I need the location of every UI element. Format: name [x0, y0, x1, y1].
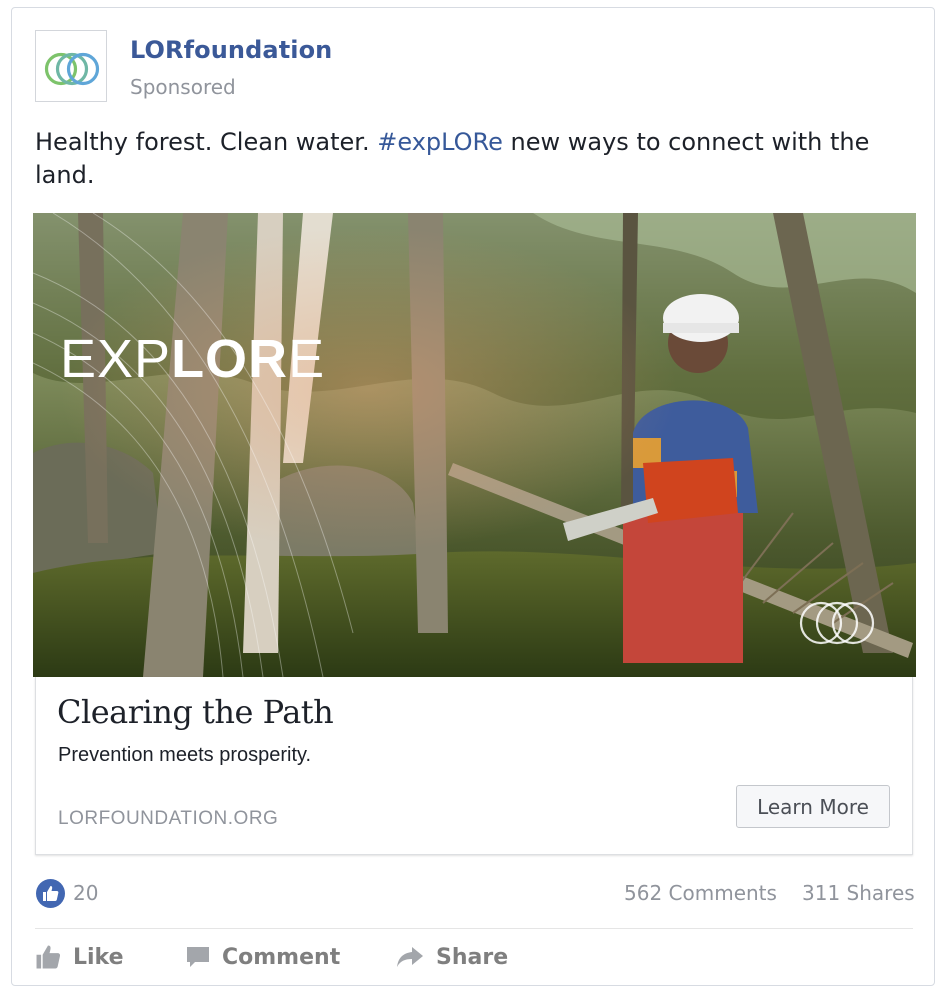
share-button-label: Share — [436, 944, 509, 970]
explore-overlay-text: EXPLORE — [60, 328, 325, 390]
like-reaction-icon[interactable] — [36, 879, 65, 908]
link-description: Prevention meets prosperity. — [58, 744, 312, 766]
link-title[interactable]: Clearing the Path — [57, 693, 334, 731]
post-text-intro: Healthy forest. Clean water. — [35, 128, 378, 156]
like-button-label: Like — [73, 944, 124, 970]
shares-count[interactable]: 311 Shares — [802, 881, 915, 905]
actions-divider — [35, 928, 913, 929]
explore-bold-text: LOR — [171, 329, 289, 389]
comment-button-label: Comment — [222, 944, 341, 970]
forest-photo — [33, 213, 916, 677]
sponsored-label[interactable]: Sponsored — [130, 75, 236, 99]
link-domain: LORFOUNDATION.ORG — [58, 808, 279, 829]
comments-count[interactable]: 562 Comments — [624, 881, 777, 905]
page-avatar[interactable] — [35, 30, 107, 102]
share-arrow-icon — [397, 947, 423, 967]
explore-light-text: EXP — [60, 329, 172, 389]
share-button[interactable]: Share — [396, 940, 508, 974]
comment-button[interactable]: Comment — [186, 940, 340, 974]
explore-end-text: E — [288, 329, 326, 389]
thumbs-up-icon — [36, 945, 61, 969]
learn-more-button[interactable]: Learn More — [736, 785, 890, 828]
like-count[interactable]: 20 — [73, 881, 98, 905]
hashtag-link[interactable]: #expLORe — [377, 128, 503, 156]
lor-logo-icon — [44, 52, 100, 86]
thumbs-up-icon — [43, 886, 59, 901]
like-button[interactable]: Like — [35, 940, 124, 974]
ad-image[interactable] — [33, 213, 916, 677]
page-name-link[interactable]: LORfoundation — [130, 36, 332, 64]
post-text: Healthy forest. Clean water. #expLORe ne… — [35, 126, 915, 192]
comment-icon — [187, 947, 209, 967]
